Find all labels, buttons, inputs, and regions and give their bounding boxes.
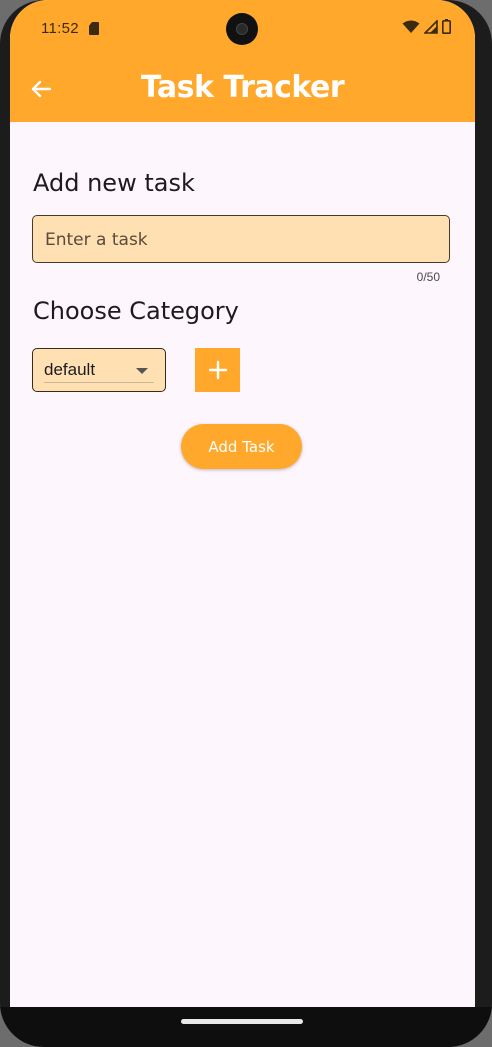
add-category-button[interactable] bbox=[195, 348, 240, 392]
sd-card-icon bbox=[89, 22, 99, 35]
plus-icon bbox=[208, 360, 227, 380]
wifi-icon bbox=[402, 20, 420, 33]
choose-category-heading: Choose Category bbox=[33, 297, 239, 325]
app-screen: 11:52 Task Tracker Add new task Enter a … bbox=[10, 0, 475, 1047]
task-input[interactable] bbox=[43, 216, 443, 263]
front-camera bbox=[226, 13, 258, 45]
dropdown-underline bbox=[44, 382, 154, 383]
add-task-heading: Add new task bbox=[33, 169, 195, 197]
status-icons bbox=[402, 19, 451, 34]
page-title: Task Tracker bbox=[140, 70, 345, 105]
category-selected-value: default bbox=[44, 360, 96, 379]
home-indicator[interactable] bbox=[181, 1019, 303, 1024]
dropdown-caret-icon bbox=[136, 368, 148, 374]
signal-icon bbox=[424, 19, 438, 34]
app-bar: 11:52 Task Tracker bbox=[10, 0, 475, 122]
character-counter: 0/50 bbox=[416, 270, 440, 284]
battery-icon bbox=[442, 19, 451, 34]
phone-device: 11:52 Task Tracker Add new task Enter a … bbox=[0, 0, 492, 1047]
system-nav-bar bbox=[0, 1007, 492, 1047]
add-task-button[interactable]: Add Task bbox=[181, 424, 302, 469]
task-input-field[interactable] bbox=[32, 215, 450, 263]
status-time: 11:52 bbox=[41, 20, 79, 37]
category-dropdown[interactable]: default bbox=[32, 348, 166, 392]
